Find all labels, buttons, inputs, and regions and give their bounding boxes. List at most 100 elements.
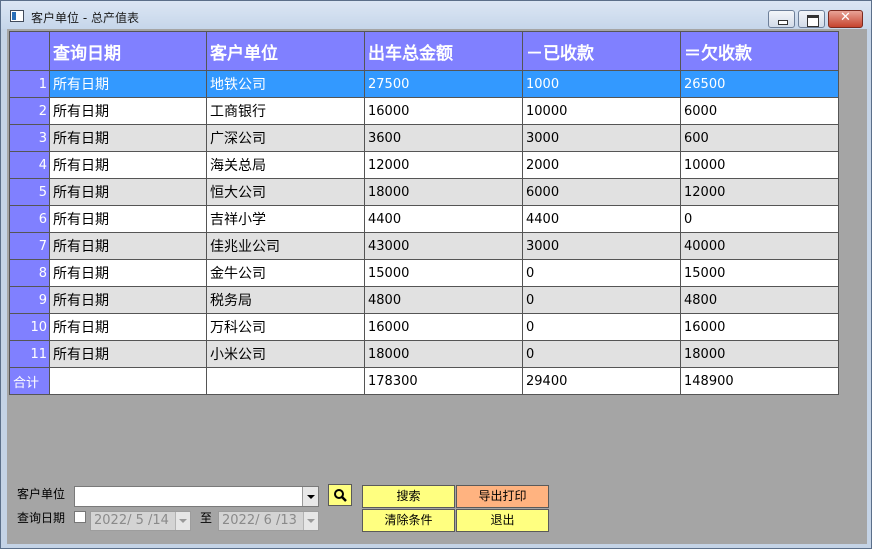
cell-date[interactable]: 所有日期: [49, 178, 207, 206]
search-button[interactable]: 搜索: [362, 485, 455, 508]
cell-received[interactable]: 3000: [522, 124, 681, 152]
header-corner: [9, 31, 50, 71]
cell-total[interactable]: 18000: [364, 178, 523, 206]
date-from-picker[interactable]: 2022/ 5 /14: [90, 511, 191, 531]
cell-total[interactable]: 4400: [364, 205, 523, 233]
cell-total[interactable]: 12000: [364, 151, 523, 179]
search-icon[interactable]: [328, 484, 352, 506]
cell-owed[interactable]: 10000: [680, 151, 839, 179]
cell-date[interactable]: 所有日期: [49, 70, 207, 98]
cell-client[interactable]: 广深公司: [206, 124, 365, 152]
row-number: 9: [9, 286, 50, 314]
window-title: 客户单位 - 总产值表: [31, 11, 139, 25]
minimize-icon[interactable]: [768, 10, 795, 28]
cell-client[interactable]: 佳兆业公司: [206, 232, 365, 260]
cell-total[interactable]: 18000: [364, 340, 523, 368]
table-row[interactable]: 2 所有日期 工商银行 16000 10000 6000: [9, 97, 839, 125]
header-received[interactable]: －已收款: [522, 31, 681, 71]
cell-date[interactable]: 所有日期: [49, 151, 207, 179]
cell-received[interactable]: 0: [522, 286, 681, 314]
cell-client[interactable]: 金牛公司: [206, 259, 365, 287]
header-owed[interactable]: ＝欠收款: [680, 31, 839, 71]
table-row[interactable]: 10 所有日期 万科公司 16000 0 16000: [9, 313, 839, 341]
date-filter-checkbox[interactable]: [74, 511, 86, 523]
cell-client[interactable]: 工商银行: [206, 97, 365, 125]
cell-date[interactable]: 所有日期: [49, 205, 207, 233]
header-query-date[interactable]: 查询日期: [49, 31, 207, 71]
header-client[interactable]: 客户单位: [206, 31, 365, 71]
cell-owed[interactable]: 16000: [680, 313, 839, 341]
total-label: 合计: [9, 367, 50, 395]
row-number: 5: [9, 178, 50, 206]
cell-received[interactable]: 0: [522, 313, 681, 341]
cell-date[interactable]: 所有日期: [49, 259, 207, 287]
total-empty-date: [49, 367, 207, 395]
dropdown-arrow-icon[interactable]: [303, 512, 318, 530]
cell-client[interactable]: 税务局: [206, 286, 365, 314]
cell-total[interactable]: 15000: [364, 259, 523, 287]
cell-total[interactable]: 27500: [364, 70, 523, 98]
cell-date[interactable]: 所有日期: [49, 124, 207, 152]
cell-owed[interactable]: 4800: [680, 286, 839, 314]
table-row[interactable]: 5 所有日期 恒大公司 18000 6000 12000: [9, 178, 839, 206]
export-print-button[interactable]: 导出打印: [456, 485, 549, 508]
cell-owed[interactable]: 15000: [680, 259, 839, 287]
close-icon[interactable]: ✕: [828, 10, 863, 28]
date-to-picker[interactable]: 2022/ 6 /13: [218, 511, 319, 531]
results-grid[interactable]: 查询日期 客户单位 出车总金额 －已收款 ＝欠收款 1 所有日期 地铁公司 27…: [9, 31, 839, 395]
cell-total[interactable]: 3600: [364, 124, 523, 152]
maximize-icon[interactable]: [798, 10, 825, 28]
cell-received[interactable]: 2000: [522, 151, 681, 179]
table-row[interactable]: 11 所有日期 小米公司 18000 0 18000: [9, 340, 839, 368]
table-row[interactable]: 9 所有日期 税务局 4800 0 4800: [9, 286, 839, 314]
clear-conditions-button[interactable]: 清除条件: [362, 509, 455, 532]
date-from-value: 2022/ 5 /14: [94, 513, 169, 528]
table-row[interactable]: 7 所有日期 佳兆业公司 43000 3000 40000: [9, 232, 839, 260]
cell-date[interactable]: 所有日期: [49, 232, 207, 260]
cell-received[interactable]: 10000: [522, 97, 681, 125]
cell-received[interactable]: 0: [522, 340, 681, 368]
header-total-amount[interactable]: 出车总金额: [364, 31, 523, 71]
client-select[interactable]: [74, 486, 319, 507]
table-row[interactable]: 3 所有日期 广深公司 3600 3000 600: [9, 124, 839, 152]
cell-owed[interactable]: 6000: [680, 97, 839, 125]
cell-total[interactable]: 4800: [364, 286, 523, 314]
cell-client[interactable]: 恒大公司: [206, 178, 365, 206]
client-area: 查询日期 客户单位 出车总金额 －已收款 ＝欠收款 1 所有日期 地铁公司 27…: [7, 29, 867, 544]
cell-date[interactable]: 所有日期: [49, 97, 207, 125]
row-number: 8: [9, 259, 50, 287]
cell-received[interactable]: 6000: [522, 178, 681, 206]
cell-owed[interactable]: 18000: [680, 340, 839, 368]
cell-owed[interactable]: 600: [680, 124, 839, 152]
cell-client[interactable]: 吉祥小学: [206, 205, 365, 233]
cell-total[interactable]: 16000: [364, 313, 523, 341]
exit-button[interactable]: 退出: [456, 509, 549, 532]
row-number: 1: [9, 70, 50, 98]
cell-received[interactable]: 1000: [522, 70, 681, 98]
dropdown-arrow-icon[interactable]: [175, 512, 190, 530]
cell-owed[interactable]: 12000: [680, 178, 839, 206]
cell-client[interactable]: 万科公司: [206, 313, 365, 341]
table-row[interactable]: 4 所有日期 海关总局 12000 2000 10000: [9, 151, 839, 179]
cell-total[interactable]: 43000: [364, 232, 523, 260]
cell-received[interactable]: 4400: [522, 205, 681, 233]
cell-received[interactable]: 0: [522, 259, 681, 287]
dropdown-arrow-icon[interactable]: [302, 487, 318, 506]
cell-owed[interactable]: 40000: [680, 232, 839, 260]
cell-received[interactable]: 3000: [522, 232, 681, 260]
cell-owed[interactable]: 0: [680, 205, 839, 233]
table-row[interactable]: 8 所有日期 金牛公司 15000 0 15000: [9, 259, 839, 287]
cell-total[interactable]: 16000: [364, 97, 523, 125]
row-number: 2: [9, 97, 50, 125]
row-number: 7: [9, 232, 50, 260]
cell-client[interactable]: 海关总局: [206, 151, 365, 179]
cell-client[interactable]: 小米公司: [206, 340, 365, 368]
table-row[interactable]: 6 所有日期 吉祥小学 4400 4400 0: [9, 205, 839, 233]
title-bar[interactable]: 客户单位 - 总产值表 ✕: [1, 1, 871, 29]
cell-client[interactable]: 地铁公司: [206, 70, 365, 98]
cell-date[interactable]: 所有日期: [49, 313, 207, 341]
table-row[interactable]: 1 所有日期 地铁公司 27500 1000 26500: [9, 70, 839, 98]
cell-owed[interactable]: 26500: [680, 70, 839, 98]
cell-date[interactable]: 所有日期: [49, 340, 207, 368]
cell-date[interactable]: 所有日期: [49, 286, 207, 314]
